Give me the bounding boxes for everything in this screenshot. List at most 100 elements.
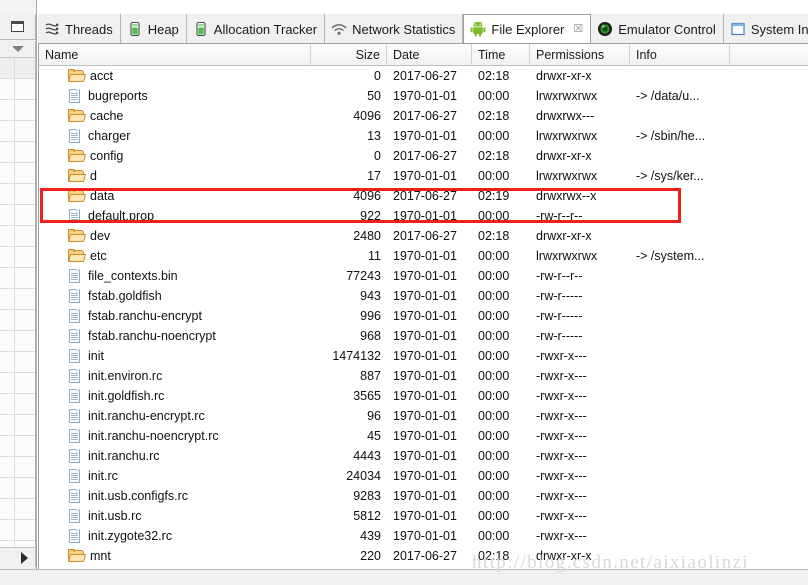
cell-name[interactable]: init.goldfish.rc: [39, 386, 311, 406]
column-header-time[interactable]: Time: [472, 44, 530, 66]
table-row[interactable]: config 0 2017-06-27 02:18 drwxr-xr-x: [39, 146, 808, 166]
expand-arrow-icon[interactable]: [39, 111, 55, 121]
cell-name[interactable]: init.ranchu-encrypt.rc: [39, 406, 311, 426]
cell-name[interactable]: init.zygote32.rc: [39, 526, 311, 546]
cell-time: 02:18: [478, 109, 510, 123]
folder-icon: [68, 169, 86, 183]
table-row[interactable]: file_contexts.bin 77243 1970-01-01 00:00 -rw…: [39, 266, 808, 286]
cell-date: 1970-01-01: [393, 489, 457, 503]
table-row[interactable]: fstab.goldfish 943 1970-01-01 00:00 -rw-r---…: [39, 286, 808, 306]
expand-arrow-icon[interactable]: [39, 551, 55, 561]
scroll-right-button[interactable]: [0, 547, 36, 567]
cell-name[interactable]: charger: [39, 126, 311, 146]
table-row[interactable]: d 17 1970-01-01 00:00 lrwxrwxrwx -> /sys/ker.…: [39, 166, 808, 186]
restore-icon: [11, 21, 24, 32]
restore-window-button[interactable]: [0, 14, 36, 40]
rail-grid-cell: [0, 184, 35, 205]
cell-name[interactable]: dev: [39, 226, 311, 246]
table-row[interactable]: init.zygote32.rc 439 1970-01-01 00:00 -rwxr-…: [39, 526, 808, 546]
cell-name[interactable]: init.rc: [39, 466, 311, 486]
table-row[interactable]: init.ranchu-encrypt.rc 96 1970-01-01 00:00 -…: [39, 406, 808, 426]
tab-heap[interactable]: Heap: [120, 14, 187, 43]
cell-filler: [730, 366, 808, 386]
cell-date: 2017-06-27: [393, 189, 457, 203]
table-row[interactable]: init.ranchu.rc 4443 1970-01-01 00:00 -rwxr-x…: [39, 446, 808, 466]
cell-name[interactable]: bugreports: [39, 86, 311, 106]
table-row[interactable]: acct 0 2017-06-27 02:18 drwxr-xr-x: [39, 66, 808, 86]
cell-time: 02:18: [478, 69, 510, 83]
view-menu-dropdown-button[interactable]: [0, 41, 36, 58]
cell-name[interactable]: init.usb.configfs.rc: [39, 486, 311, 506]
cell-time: 00:00: [478, 389, 510, 403]
table-row[interactable]: default.prop 922 1970-01-01 00:00 -rw-r--r--: [39, 206, 808, 226]
tab-network-statistics[interactable]: Network Statistics: [325, 14, 464, 43]
cell-permissions: -rwxr-x---: [536, 369, 587, 383]
cell-info: [630, 326, 730, 346]
column-header-date[interactable]: Date: [387, 44, 472, 66]
column-header-name[interactable]: Name: [39, 44, 311, 66]
cell-name[interactable]: fstab.goldfish: [39, 286, 311, 306]
table-header-row: Name Size Date Time Permissions Info: [39, 44, 808, 66]
table-row[interactable]: init.environ.rc 887 1970-01-01 00:00 -rwxr-x…: [39, 366, 808, 386]
cell-name[interactable]: cache: [39, 106, 311, 126]
expand-arrow-icon[interactable]: [39, 71, 55, 81]
table-row[interactable]: init 1474132 1970-01-01 00:00 -rwxr-x---: [39, 346, 808, 366]
tab-file-explorer[interactable]: File Explorer ☒: [463, 14, 592, 43]
table-row[interactable]: init.ranchu-noencrypt.rc 45 1970-01-01 00:0…: [39, 426, 808, 446]
table-row[interactable]: fstab.ranchu-noencrypt 968 1970-01-01 00:00…: [39, 326, 808, 346]
tab-system-informatio[interactable]: System Informatio: [723, 14, 808, 43]
cell-name[interactable]: init: [39, 346, 311, 366]
folder-icon: [68, 189, 86, 203]
tab-emulator-control[interactable]: Emulator Control: [591, 14, 724, 43]
table-row[interactable]: bugreports 50 1970-01-01 00:00 lrwxrwxrwx -> …: [39, 86, 808, 106]
tab-allocation-tracker[interactable]: Allocation Tracker: [186, 14, 326, 43]
close-icon[interactable]: ☒: [573, 23, 583, 35]
cell-name[interactable]: d: [39, 166, 311, 186]
expand-arrow-icon[interactable]: [39, 151, 55, 161]
table-row[interactable]: etc 11 1970-01-01 00:00 lrwxrwxrwx -> /system…: [39, 246, 808, 266]
table-row[interactable]: init.goldfish.rc 3565 1970-01-01 00:00 -rwxr…: [39, 386, 808, 406]
cell-name[interactable]: mnt: [39, 546, 311, 566]
cell-size: 3565: [353, 389, 381, 403]
cell-size: 968: [360, 329, 381, 343]
tab-threads[interactable]: Threads: [38, 14, 121, 43]
network-statistics-icon: [331, 21, 347, 37]
cell-name[interactable]: acct: [39, 66, 311, 86]
cell-name[interactable]: init.environ.rc: [39, 366, 311, 386]
table-row[interactable]: init.usb.rc 5812 1970-01-01 00:00 -rwxr-x---: [39, 506, 808, 526]
expand-arrow-icon[interactable]: [39, 231, 55, 241]
cell-name[interactable]: init.ranchu-noencrypt.rc: [39, 426, 311, 446]
table-row[interactable]: dev 2480 2017-06-27 02:18 drwxr-xr-x: [39, 226, 808, 246]
file-icon: [68, 288, 83, 304]
column-header-size[interactable]: Size: [311, 44, 387, 66]
rail-grid-cell: [0, 58, 35, 79]
cell-name[interactable]: file_contexts.bin: [39, 266, 311, 286]
cell-name[interactable]: fstab.ranchu-noencrypt: [39, 326, 311, 346]
cell-name[interactable]: init.ranchu.rc: [39, 446, 311, 466]
file-name-label: init.rc: [88, 469, 118, 483]
column-header-info[interactable]: Info: [630, 44, 730, 66]
cell-name[interactable]: etc: [39, 246, 311, 266]
table-row[interactable]: mnt 220 2017-06-27 02:18 drwxr-xr-x: [39, 546, 808, 566]
table-row[interactable]: init.rc 24034 1970-01-01 00:00 -rwxr-x---: [39, 466, 808, 486]
table-row[interactable]: init.usb.configfs.rc 9283 1970-01-01 00:00 -…: [39, 486, 808, 506]
cell-name[interactable]: config: [39, 146, 311, 166]
cell-info: [630, 66, 730, 86]
cell-permissions: drwxr-xr-x: [536, 229, 592, 243]
cell-name[interactable]: data: [39, 186, 311, 206]
table-row[interactable]: charger 13 1970-01-01 00:00 lrwxrwxrwx -> /sb…: [39, 126, 808, 146]
cell-permissions: -rw-r-----: [536, 309, 583, 323]
cell-size: 1474132: [332, 349, 381, 363]
column-header-permissions[interactable]: Permissions: [530, 44, 630, 66]
table-row[interactable]: cache 4096 2017-06-27 02:18 drwxrwx---: [39, 106, 808, 126]
cell-time: 00:00: [478, 489, 510, 503]
expand-arrow-icon[interactable]: [39, 191, 55, 201]
cell-name[interactable]: fstab.ranchu-encrypt: [39, 306, 311, 326]
cell-info: [630, 546, 730, 566]
table-row[interactable]: data 4096 2017-06-27 02:19 drwxrwx--x: [39, 186, 808, 206]
cell-name[interactable]: default.prop: [39, 206, 311, 226]
cell-size: 922: [360, 209, 381, 223]
cell-name[interactable]: init.usb.rc: [39, 506, 311, 526]
table-row[interactable]: fstab.ranchu-encrypt 996 1970-01-01 00:00 -r…: [39, 306, 808, 326]
cell-permissions: drwxr-xr-x: [536, 549, 592, 563]
